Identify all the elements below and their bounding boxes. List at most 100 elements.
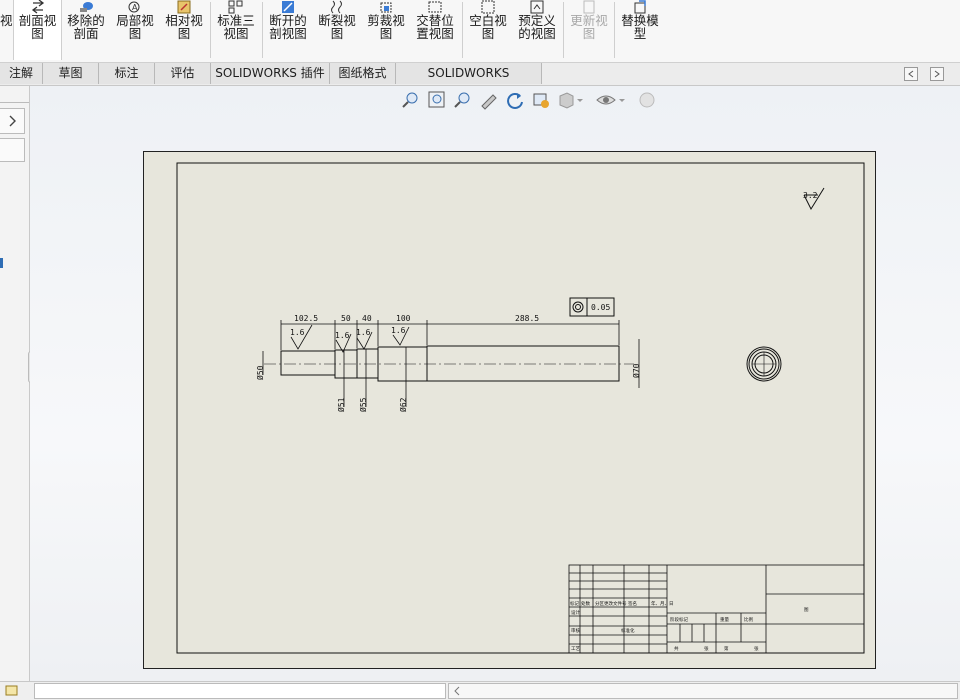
ribbon-partial-view-button[interactable]: 视 — [0, 0, 13, 60]
hide-show-items-dropdown[interactable] — [595, 90, 629, 110]
detail-view-icon: A — [126, 0, 144, 14]
rotate-icon — [507, 93, 523, 109]
tb-label-design: 设计 — [571, 609, 580, 616]
cube-icon — [559, 92, 583, 109]
panel-expand-button[interactable] — [0, 108, 25, 134]
crop-view-icon — [377, 0, 395, 14]
detail-view-button[interactable]: A 局部视 图 — [112, 0, 158, 60]
sheet-tabs-area[interactable] — [34, 683, 446, 699]
ribbon-button-label: 局部视 图 — [116, 13, 154, 41]
eye-icon — [596, 95, 625, 105]
status-bar — [0, 681, 960, 700]
panel-filter-field[interactable] — [0, 138, 25, 162]
shaft-side-view[interactable] — [746, 346, 782, 382]
crop-view-button[interactable]: 剪裁视 图 — [363, 0, 409, 60]
zoom-to-area-button[interactable] — [427, 90, 447, 110]
ribbon-button-label: 视 — [0, 13, 13, 28]
tab-sheet-format[interactable]: 图纸格式 — [330, 63, 396, 84]
tb-label-count: 处数 — [581, 600, 590, 607]
rotate-view-button[interactable] — [505, 90, 525, 110]
tb-label-sheets: 张 — [704, 645, 709, 652]
tb-label-standardization: 标准化 — [621, 627, 635, 634]
concentricity-icon — [572, 301, 584, 313]
panel-header — [0, 92, 29, 103]
roughness-mark-3: 1.6 — [356, 328, 371, 337]
drawing-sheet[interactable]: 3.2 102.5 50 40 100 288.5 1.6 1.6 1.6 1.… — [143, 151, 876, 669]
ribbon-separator — [614, 2, 615, 58]
replace-model-button[interactable]: 替换模 型 — [617, 0, 663, 60]
shaft-front-view[interactable] — [264, 345, 634, 382]
zoom-to-fit-button[interactable] — [400, 90, 420, 110]
tb-label-scale: 比例 — [744, 616, 753, 623]
sheet-icon — [5, 685, 18, 696]
tb-label-process: 工艺 — [571, 646, 580, 652]
tolerance-value: 0.05 — [591, 303, 610, 312]
predefined-view-button[interactable]: 预定义 的视图 — [514, 0, 560, 60]
dim-diameter-70: Ø70 — [631, 363, 641, 378]
tab-solidworks-inspection[interactable]: SOLIDWORKS Inspection — [396, 63, 542, 101]
ribbon-button-label: 剪裁视 图 — [367, 13, 405, 41]
break-view-icon — [328, 0, 346, 14]
tab-annotation[interactable]: 注解 — [0, 63, 43, 84]
ribbon-button-label: 预定义 的视图 — [518, 13, 556, 41]
tb-label-date: 年、月、日 — [651, 600, 674, 607]
tab-dimension[interactable]: 标注 — [99, 63, 155, 84]
tb-label-sheet-no: 第 — [724, 645, 729, 652]
alternate-position-button[interactable]: 交替位 置视图 — [412, 0, 458, 60]
graphics-area[interactable]: 3.2 102.5 50 40 100 288.5 1.6 1.6 1.6 1.… — [30, 86, 960, 681]
tab-scroll-right-button[interactable] — [930, 67, 944, 81]
dim-diameter-50: Ø50 — [255, 365, 265, 380]
roughness-general-label: 3.2 — [803, 191, 818, 200]
chevron-left-icon — [454, 686, 460, 696]
section-view-button[interactable]: 剖面视 图 — [13, 0, 62, 60]
tab-evaluate[interactable]: 评估 — [155, 63, 211, 84]
alternate-position-icon — [426, 0, 444, 14]
dim-length-5: 288.5 — [515, 314, 539, 323]
relative-view-button[interactable]: 相对视 图 — [161, 0, 207, 60]
break-view-button[interactable]: 断裂视 图 — [314, 0, 360, 60]
ribbon-toolbar: 视 剖面视 图 移除的 剖面 A 局部视 图 相对视 图 标准三 视图 断开的 … — [0, 0, 960, 63]
chevron-right-icon — [9, 115, 16, 127]
chevron-left-icon — [908, 70, 914, 78]
empty-view-button[interactable]: 空白视 图 — [465, 0, 511, 60]
pan-button[interactable] — [479, 90, 499, 110]
broken-out-section-icon — [279, 0, 297, 14]
ribbon-button-label: 移除的 剖面 — [67, 13, 105, 41]
removed-section-button[interactable]: 移除的 剖面 — [63, 0, 109, 60]
dim-length-2: 50 — [341, 314, 351, 323]
dim-length-4: 100 — [396, 314, 411, 323]
3d-drawing-view-button[interactable] — [531, 90, 551, 110]
horizontal-scrollbar[interactable] — [448, 683, 958, 699]
appearance-button[interactable] — [637, 90, 657, 110]
ribbon-button-label: 标准三 视图 — [217, 13, 255, 41]
tab-scroll-left-button[interactable] — [904, 67, 918, 81]
tb-label-mark: 标记 — [570, 600, 579, 607]
ribbon-button-label: 相对视 图 — [165, 13, 203, 41]
ribbon-separator — [210, 2, 211, 58]
ribbon-button-label: 替换模 型 — [621, 13, 659, 41]
ribbon-separator — [262, 2, 263, 58]
display-style-dropdown[interactable] — [557, 90, 587, 110]
geometric-tolerance-frame[interactable]: 0.05 — [569, 297, 615, 317]
empty-view-icon — [479, 0, 497, 14]
update-view-button[interactable]: 更新视 图 — [566, 0, 612, 60]
removed-section-icon — [77, 0, 95, 14]
tb-label-weight: 重量 — [720, 616, 729, 623]
broken-out-section-button[interactable]: 断开的 剖视图 — [265, 0, 311, 60]
tb-label-total: 共 — [674, 645, 679, 652]
tb-label-review: 审核 — [571, 627, 580, 634]
tab-sketch[interactable]: 草图 — [43, 63, 99, 84]
magnifier-icon — [402, 92, 418, 108]
title-block[interactable] — [568, 564, 865, 654]
standard-3-view-button[interactable]: 标准三 视图 — [213, 0, 259, 60]
drawing-sheet-graphics: 3.2 102.5 50 40 100 288.5 1.6 1.6 1.6 1.… — [176, 162, 865, 654]
standard-3-view-icon — [227, 0, 245, 14]
ribbon-button-label: 更新视 图 — [570, 13, 608, 41]
dim-diameter-62: Ø62 — [398, 397, 408, 412]
roughness-mark-4: 1.6 — [391, 326, 406, 335]
sheet-tab-icon[interactable] — [4, 684, 20, 697]
predefined-view-icon — [528, 0, 546, 14]
tab-solidworks-addins[interactable]: SOLIDWORKS 插件 — [211, 63, 330, 84]
previous-view-button[interactable] — [453, 90, 473, 110]
ribbon-button-label: 断开的 剖视图 — [269, 13, 307, 41]
